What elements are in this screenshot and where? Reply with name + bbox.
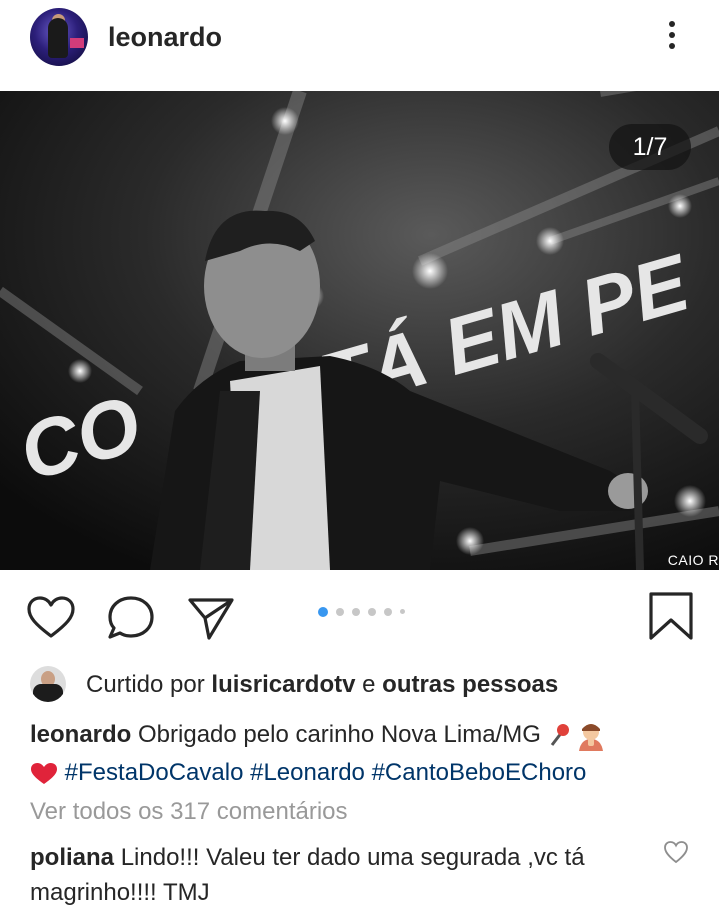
post-photo[interactable]: CO TÁ EM PE 1/7 CAIO R (0, 91, 719, 570)
author-username[interactable]: leonardo (108, 22, 222, 53)
liked-by-connector: e (362, 671, 376, 698)
liked-by-others[interactable]: outras pessoas (382, 671, 558, 698)
carousel-dot (336, 607, 344, 616)
carousel-dot-active (318, 606, 328, 617)
carousel-dot (368, 607, 376, 616)
liked-by-user[interactable]: luisricardotv (211, 671, 355, 698)
hashtag-link[interactable]: #FestaDoCavalo (65, 759, 244, 786)
liked-by-prefix: Curtido por (86, 671, 205, 698)
more-options-icon[interactable] (660, 18, 684, 58)
comment-text: Lindo!!! Valeu ter dado uma segurada ,vc… (30, 844, 585, 906)
image-counter: 1/7 (609, 124, 691, 170)
speech-bubble-icon[interactable] (105, 592, 157, 644)
view-all-comments-link[interactable]: Ver todos os 317 comentários (30, 798, 348, 826)
comment-user[interactable]: poliana (30, 844, 114, 871)
red-heart-emoji-icon (31, 762, 57, 784)
caption-text: Obrigado pelo carinho Nova Lima/MG (138, 721, 541, 748)
carousel-dot (400, 609, 405, 615)
paper-plane-icon[interactable] (185, 592, 237, 644)
carousel-indicator (318, 603, 413, 619)
comment-like-heart-icon[interactable] (663, 840, 689, 864)
carousel-dot (352, 607, 360, 616)
photo-credit: CAIO R (667, 552, 719, 568)
hashtag-link[interactable]: #Leonardo (250, 759, 365, 786)
carousel-dot (384, 607, 392, 616)
praying-person-emoji-icon (579, 723, 604, 751)
liked-by-text: Curtido por luisricardotv e outras pesso… (86, 671, 558, 699)
liker-avatar[interactable] (30, 666, 66, 702)
heart-outline-icon[interactable] (25, 592, 77, 644)
microphone-emoji-icon (550, 723, 569, 746)
author-avatar[interactable] (30, 8, 88, 66)
concert-photo: CO TÁ EM PE (0, 91, 719, 570)
post-caption: leonardo Obrigado pelo carinho Nova Lima… (30, 716, 690, 792)
caption-author[interactable]: leonardo (30, 721, 131, 748)
bookmark-icon[interactable] (645, 590, 697, 642)
post-header: leonardo (0, 0, 719, 90)
comment-item: poliana Lindo!!! Valeu ter dado uma segu… (30, 840, 650, 910)
hashtag-link[interactable]: #CantoBeboEChoro (372, 759, 587, 786)
